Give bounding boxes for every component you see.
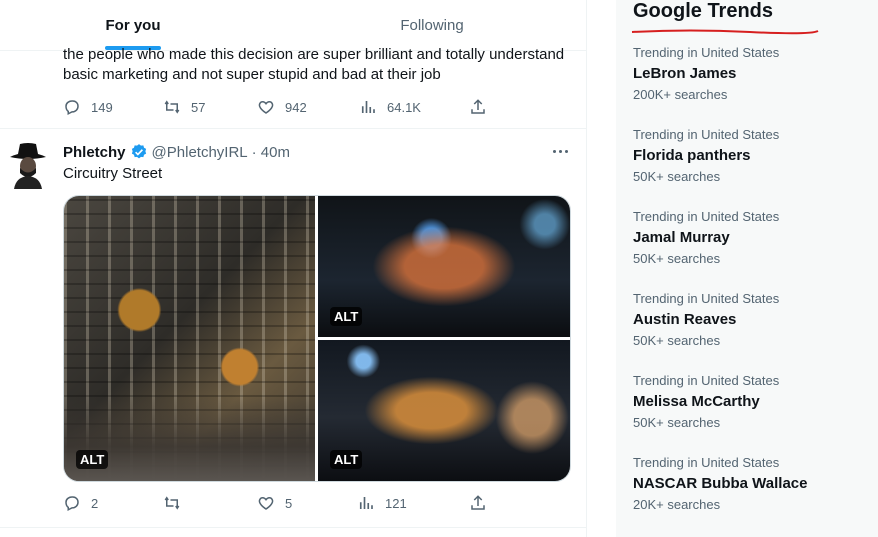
trend-context: Trending in United States (633, 455, 780, 470)
timeline: For you Following the people who made th… (0, 0, 587, 537)
more-dot-icon (564, 149, 568, 153)
retweet-count: 57 (191, 99, 206, 115)
more-dot-icon (552, 149, 556, 153)
trend-item[interactable]: Trending in United States Jamal Murray 5… (633, 209, 873, 267)
trend-count: 50K+ searches (633, 415, 721, 430)
tweet-image-2[interactable]: ALT (318, 196, 570, 337)
tab-for-you[interactable]: For you (0, 0, 266, 50)
trend-context: Trending in United States (633, 127, 780, 142)
timeline-tabs: For you Following (0, 0, 586, 51)
like-count: 942 (285, 99, 307, 115)
alt-badge[interactable]: ALT (330, 450, 363, 469)
reply-icon (65, 496, 79, 511)
tab-for-you-label: For you (105, 16, 161, 34)
tweet-image-3[interactable]: ALT (318, 340, 570, 481)
view-count: 64.1K (387, 99, 421, 115)
reply-count: 149 (91, 99, 113, 115)
tweet-time[interactable]: · 40m (252, 144, 290, 161)
trend-item[interactable]: Trending in United States Florida panthe… (633, 127, 873, 185)
trend-item[interactable]: Trending in United States Melissa McCart… (633, 373, 873, 431)
like-count: 5 (285, 495, 293, 511)
trend-name: Jamal Murray (633, 229, 730, 246)
tweet-media-grid: ALT ALT ALT (63, 195, 571, 482)
trend-count: 50K+ searches (633, 169, 721, 184)
trend-item[interactable]: Trending in United States LeBron James 2… (633, 45, 873, 103)
view-count: 121 (385, 495, 407, 511)
reply-count: 2 (91, 495, 99, 511)
trend-name: Melissa McCarthy (633, 393, 760, 410)
trend-item[interactable]: Trending in United States NASCAR Bubba W… (633, 455, 873, 513)
trend-name: Florida panthers (633, 147, 751, 164)
trend-context: Trending in United States (633, 45, 780, 60)
trend-context: Trending in United States (633, 209, 780, 224)
alt-badge[interactable]: ALT (330, 307, 363, 326)
author-handle[interactable]: @PhletchyIRL (152, 144, 248, 161)
more-dot-icon (558, 149, 562, 153)
share-button[interactable] (469, 96, 487, 118)
trend-count: 50K+ searches (633, 333, 721, 348)
like-button[interactable]: 942 (257, 96, 307, 118)
trend-item[interactable]: Trending in United States Austin Reaves … (633, 291, 873, 349)
reply-button[interactable]: 149 (63, 96, 113, 118)
trend-name: NASCAR Bubba Wallace (633, 475, 808, 492)
views-chart-icon (361, 101, 375, 113)
retweet-icon (164, 496, 180, 510)
more-options-button[interactable] (548, 143, 572, 159)
share-button[interactable] (469, 492, 487, 514)
heart-icon (258, 496, 274, 510)
like-button[interactable]: 5 (257, 492, 292, 514)
heart-icon (258, 100, 274, 114)
title-underline (631, 29, 819, 35)
trend-context: Trending in United States (633, 291, 780, 306)
avatar[interactable] (8, 141, 48, 189)
retweet-button[interactable] (163, 492, 191, 514)
tab-following[interactable]: Following (300, 0, 564, 50)
reply-button[interactable]: 2 (63, 492, 98, 514)
tweet-header: Phletchy @PhletchyIRL · 40m (63, 143, 290, 161)
tweet-divider (0, 128, 586, 129)
author-name[interactable]: Phletchy (63, 144, 126, 161)
share-icon (471, 495, 485, 510)
retweet-button[interactable]: 57 (163, 96, 205, 118)
tweet-actions: 2 5 121 (63, 492, 503, 514)
previous-tweet-actions: 149 57 942 64.1K (63, 96, 503, 118)
trend-name: LeBron James (633, 65, 737, 82)
views-chart-icon (359, 497, 373, 509)
trend-context: Trending in United States (633, 373, 780, 388)
share-icon (471, 99, 485, 114)
tweet-text: Circuitry Street (63, 165, 163, 182)
trends-title: Google Trends (633, 0, 774, 22)
reply-icon (65, 100, 79, 115)
alt-badge[interactable]: ALT (76, 450, 109, 469)
google-trends-panel: Google Trends Trending in United States … (616, 0, 878, 537)
verified-badge-icon (131, 144, 146, 159)
tweet-image-1[interactable]: ALT (64, 196, 315, 481)
views-button[interactable]: 121 (357, 492, 407, 514)
retweet-icon (164, 100, 180, 114)
trend-name: Austin Reaves (633, 311, 737, 328)
tab-following-label: Following (400, 16, 464, 34)
previous-tweet-text: the people who made this decision are su… (63, 46, 565, 83)
trend-count: 20K+ searches (633, 497, 721, 512)
trend-count: 50K+ searches (633, 251, 721, 266)
views-button[interactable]: 64.1K (359, 96, 421, 118)
tweet-divider (0, 527, 586, 528)
trend-count: 200K+ searches (633, 87, 728, 102)
